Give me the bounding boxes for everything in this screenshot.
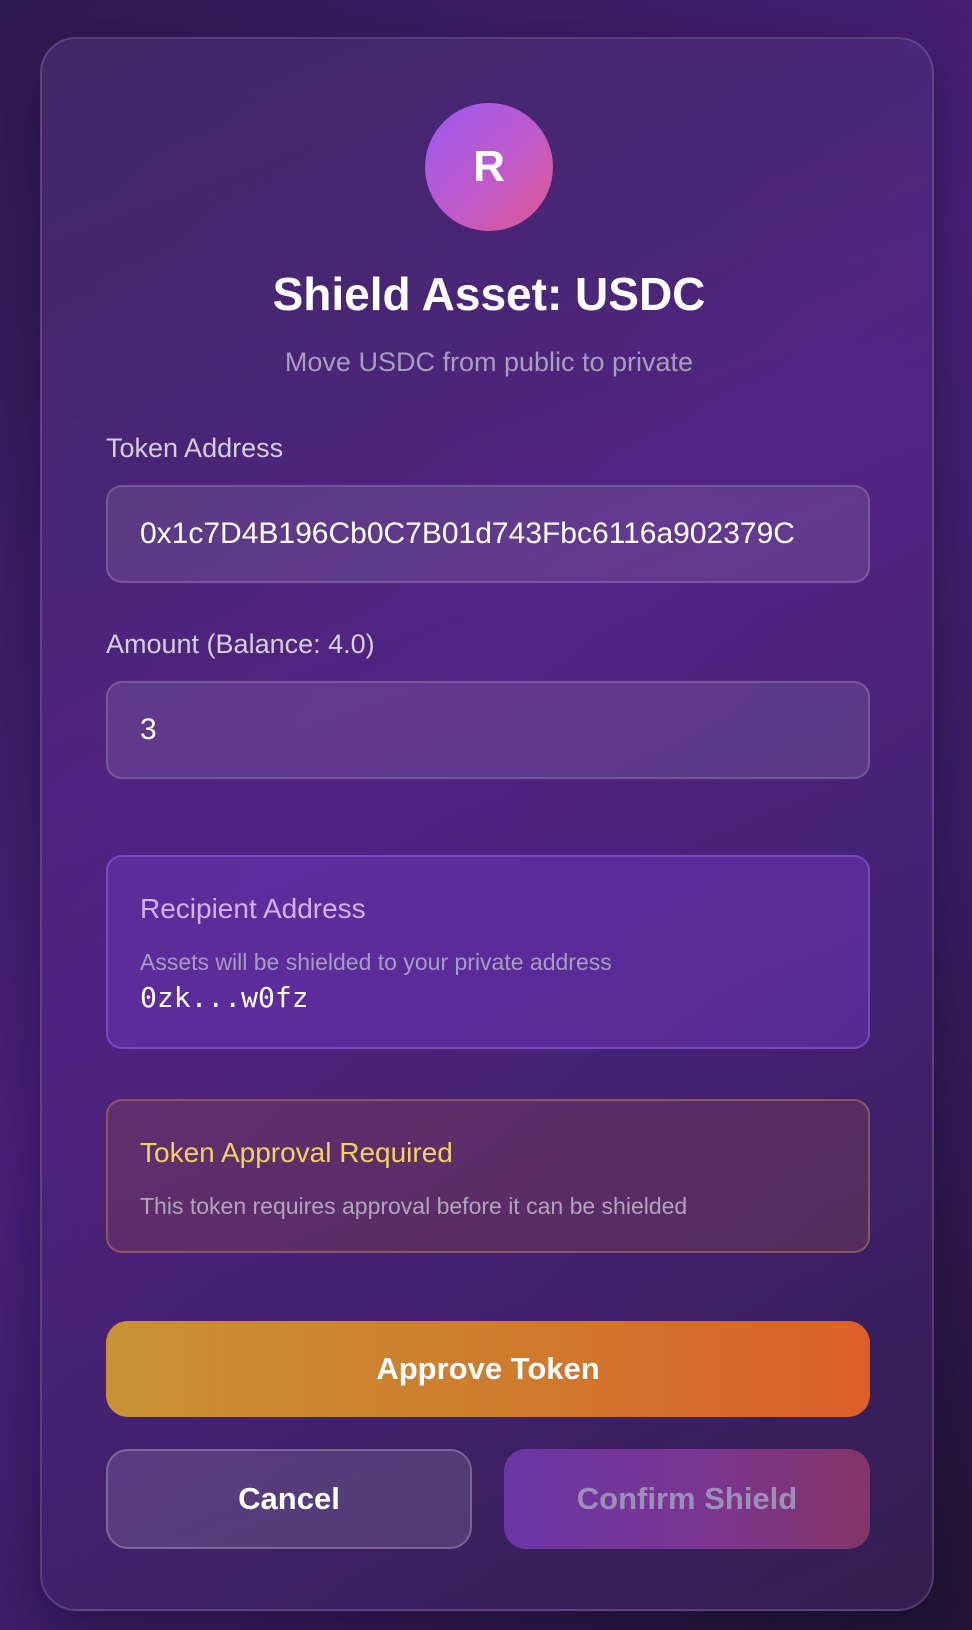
recipient-address: 0zk...w0fz bbox=[140, 981, 309, 1014]
confirm-shield-button[interactable]: Confirm Shield bbox=[504, 1449, 870, 1549]
recipient-description: Assets will be shielded to your private … bbox=[140, 949, 612, 975]
recipient-title: Recipient Address bbox=[140, 893, 366, 924]
approval-warning-box: Token Approval Required This token requi… bbox=[106, 1099, 870, 1253]
amount-label: Amount (Balance: 4.0) bbox=[106, 629, 375, 659]
cancel-button[interactable]: Cancel bbox=[106, 1449, 472, 1549]
modal-title: Shield Asset: USDC bbox=[272, 268, 706, 320]
amount-input[interactable]: 3 bbox=[106, 681, 870, 779]
approval-description: This token requires approval before it c… bbox=[140, 1193, 688, 1219]
token-address-value: 0x1c7D4B196Cb0C7B01d743Fbc6116a902379C bbox=[140, 517, 795, 550]
recipient-info-box: Recipient Address Assets will be shielde… bbox=[106, 855, 870, 1049]
approval-title: Token Approval Required bbox=[140, 1137, 453, 1168]
token-address-input[interactable]: 0x1c7D4B196Cb0C7B01d743Fbc6116a902379C bbox=[106, 485, 870, 583]
token-address-label: Token Address bbox=[106, 433, 284, 463]
avatar-letter: R bbox=[473, 142, 505, 191]
token-avatar: R bbox=[425, 103, 553, 231]
amount-value: 3 bbox=[140, 713, 157, 746]
approve-token-button[interactable]: Approve Token bbox=[106, 1321, 870, 1417]
modal-subtitle: Move USDC from public to private bbox=[284, 347, 694, 377]
shield-asset-modal: R Shield Asset: USDC Move USDC from publ… bbox=[40, 37, 934, 1611]
